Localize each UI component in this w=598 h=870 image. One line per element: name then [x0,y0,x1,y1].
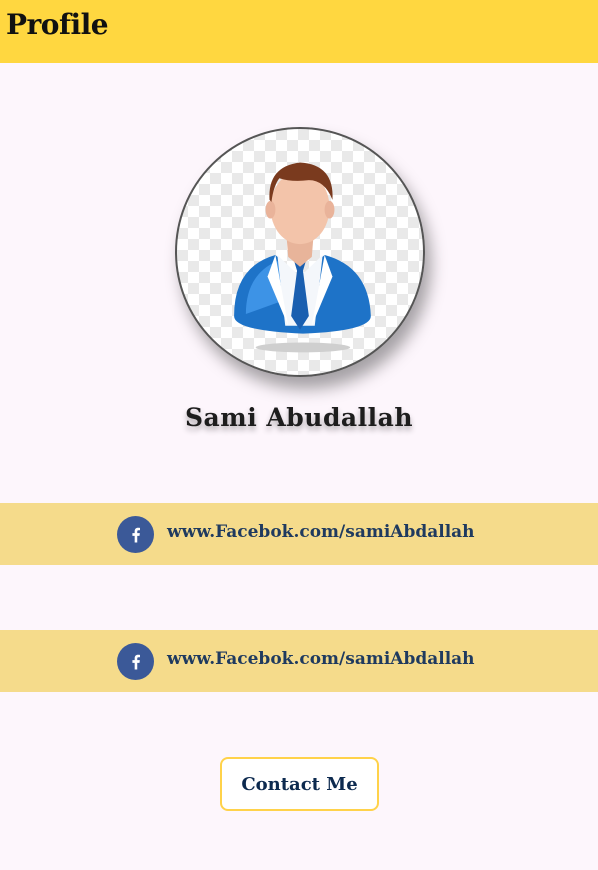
app-header: Profile [0,0,598,63]
facebook-icon[interactable] [117,643,154,680]
social-link-row[interactable]: www.Facebok.com/samiAbdallah [0,503,598,565]
facebook-icon[interactable] [117,516,154,553]
facebook-link[interactable]: www.Facebok.com/samiAbdallah [167,649,475,669]
page-title: Profile [6,8,109,41]
facebook-link[interactable]: www.Facebok.com/samiAbdallah [167,522,475,542]
businessman-avatar-icon [234,162,371,353]
contact-me-button[interactable]: Contact Me [220,757,379,811]
profile-avatar [175,127,425,377]
profile-name: Sami Abudallah [184,403,413,432]
social-link-row[interactable]: www.Facebok.com/samiAbdallah [0,630,598,692]
